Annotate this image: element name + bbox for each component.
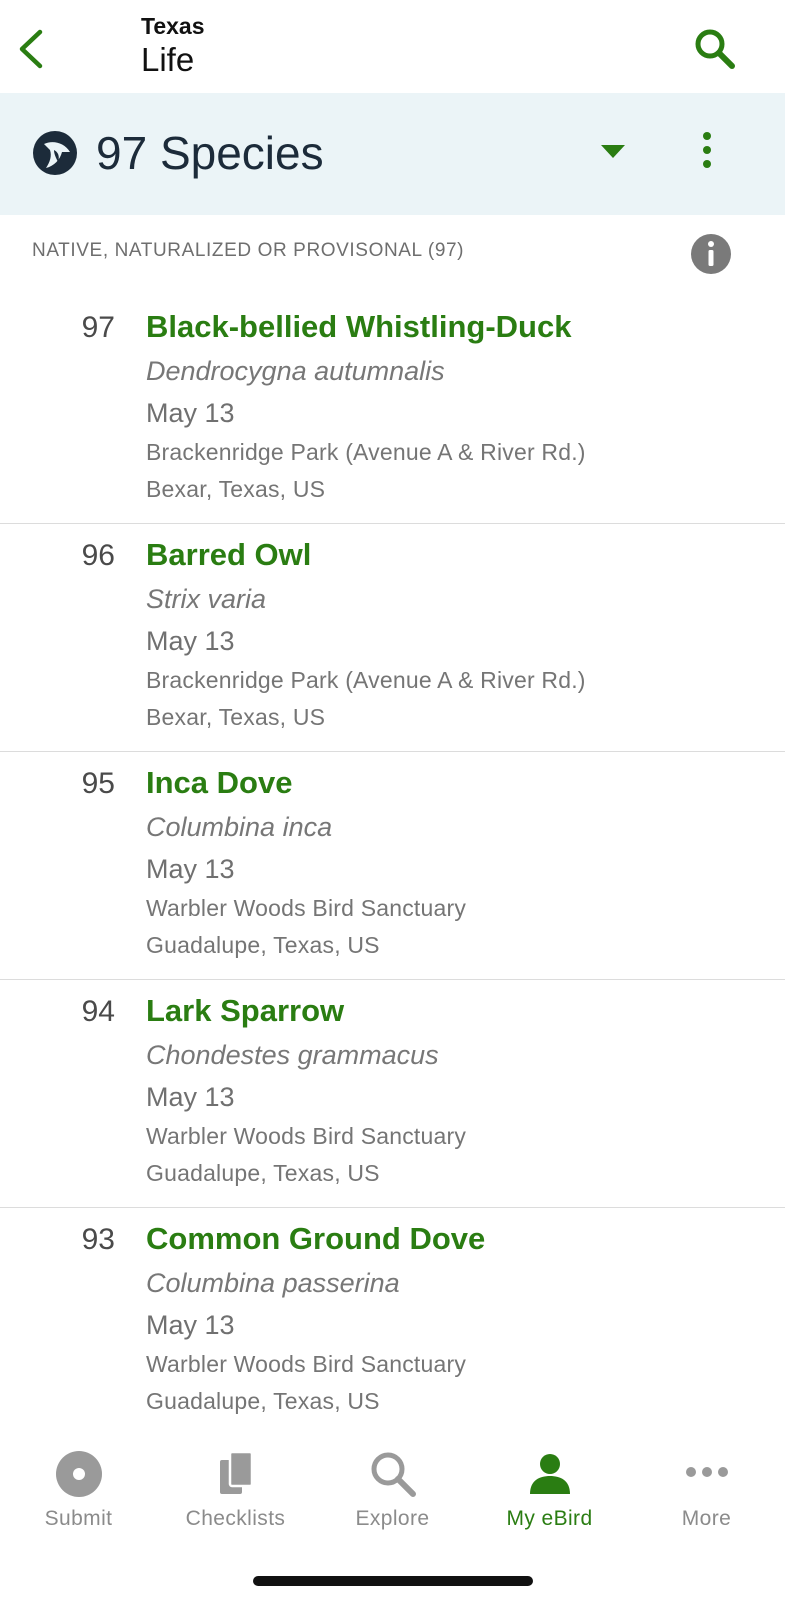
observation-date: May 13 <box>146 854 235 884</box>
observation-region: Bexar, Texas, US <box>146 704 326 730</box>
species-scientific-name: Strix varia <box>146 584 267 614</box>
species-row[interactable]: 93 Common Ground Dove Columbina passerin… <box>0 1208 785 1436</box>
observation-location: Warbler Woods Bird Sanctuary <box>146 895 467 921</box>
observation-date: May 13 <box>146 1310 235 1340</box>
sort-dropdown-button[interactable] <box>598 140 628 164</box>
tab-label: More <box>681 1507 732 1530</box>
species-rank: 96 <box>81 539 115 572</box>
person-icon <box>529 1454 570 1494</box>
tab-label: My eBird <box>506 1507 593 1530</box>
species-common-name[interactable]: Common Ground Dove <box>146 1220 485 1258</box>
tab-label: Checklists <box>185 1507 286 1530</box>
observation-region: Guadalupe, Texas, US <box>146 1160 380 1186</box>
observation-region: Guadalupe, Texas, US <box>146 1388 380 1414</box>
observation-location: Warbler Woods Bird Sanctuary <box>146 1123 467 1149</box>
observation-location: Brackenridge Park (Avenue A & River Rd.) <box>146 439 586 465</box>
species-scientific-name: Dendrocygna autumnalis <box>146 356 445 386</box>
tab-explore[interactable]: Explore <box>314 1430 471 1540</box>
species-row[interactable]: 95 Inca Dove Columbina inca May 13 Warbl… <box>0 752 785 980</box>
vertical-dots-icon <box>703 132 711 168</box>
search-button[interactable] <box>690 24 740 74</box>
more-dots-icon <box>685 1467 728 1477</box>
explore-icon <box>371 1452 416 1497</box>
observation-location: Brackenridge Park (Avenue A & River Rd.) <box>146 667 586 693</box>
species-common-name[interactable]: Inca Dove <box>146 764 292 802</box>
nav-title-group: Texas Life <box>141 12 205 80</box>
species-scientific-name: Chondestes grammacus <box>146 1040 439 1070</box>
back-button[interactable] <box>14 26 54 72</box>
species-common-name[interactable]: Barred Owl <box>146 536 311 574</box>
species-row[interactable]: 97 Black-bellied Whistling-Duck Dendrocy… <box>0 296 785 524</box>
species-row[interactable]: 94 Lark Sparrow Chondestes grammacus May… <box>0 980 785 1208</box>
species-scientific-name: Columbina inca <box>146 812 333 842</box>
info-icon <box>691 234 731 274</box>
observation-region: Guadalupe, Texas, US <box>146 932 380 958</box>
observation-location: Warbler Woods Bird Sanctuary <box>146 1351 467 1377</box>
submit-icon <box>55 1451 102 1497</box>
species-row[interactable]: 96 Barred Owl Strix varia May 13 Bracken… <box>0 524 785 752</box>
chevron-left-icon <box>19 29 43 69</box>
search-icon <box>695 29 735 69</box>
list-type-title: Life <box>141 41 195 78</box>
observation-date: May 13 <box>146 398 235 428</box>
overflow-menu-button[interactable] <box>692 128 722 174</box>
species-rank: 94 <box>81 995 115 1028</box>
species-rank: 97 <box>81 311 115 344</box>
species-common-name[interactable]: Black-bellied Whistling-Duck <box>146 308 571 346</box>
checklists-icon <box>219 1450 253 1494</box>
tab-checklists[interactable]: Checklists <box>157 1430 314 1540</box>
home-indicator <box>253 1576 533 1586</box>
tab-label: Submit <box>44 1507 113 1530</box>
tab-my-ebird[interactable]: My eBird <box>471 1430 628 1540</box>
species-list: 97 Black-bellied Whistling-Duck Dendrocy… <box>0 296 785 1436</box>
species-scientific-name: Columbina passerina <box>146 1268 400 1298</box>
species-rank: 95 <box>81 767 115 800</box>
tab-label: Explore <box>355 1507 430 1530</box>
caret-down-icon <box>601 145 625 158</box>
ebird-logo-icon <box>32 130 78 176</box>
bottom-tab-bar: Submit Checklists Explore My eBird More <box>0 1430 785 1600</box>
region-title: Texas <box>141 13 205 39</box>
observation-date: May 13 <box>146 626 235 656</box>
species-common-name[interactable]: Lark Sparrow <box>146 992 344 1030</box>
section-title: NATIVE, NATURALIZED OR PROVISONAL (97) <box>32 240 465 261</box>
species-count-title: 97 Species <box>96 127 324 179</box>
tab-submit[interactable]: Submit <box>0 1430 157 1540</box>
observation-region: Bexar, Texas, US <box>146 476 326 502</box>
species-rank: 93 <box>81 1223 115 1256</box>
info-button[interactable] <box>690 233 732 275</box>
top-navigation-bar: Texas Life <box>0 0 785 93</box>
observation-date: May 13 <box>146 1082 235 1112</box>
tab-more[interactable]: More <box>628 1430 785 1540</box>
